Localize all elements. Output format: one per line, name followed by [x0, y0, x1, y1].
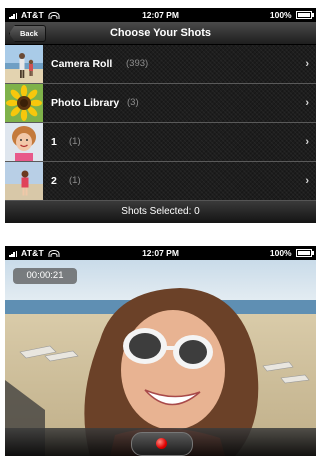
album-label: Camera Roll: [51, 58, 113, 70]
battery-icon: [296, 249, 314, 257]
camera-viewfinder[interactable]: [5, 260, 316, 456]
album-count: (3): [127, 97, 139, 108]
chevron-right-icon: ›: [305, 97, 309, 109]
album-label: 2: [51, 175, 57, 187]
album-2-thumbnail: [5, 162, 43, 200]
album-picker-screen: AT&T 12:07 PM 100% Back Choose Your Shot…: [5, 8, 316, 223]
camera-roll-thumbnail: [5, 45, 43, 83]
battery-icon: [296, 11, 314, 19]
album-row-photo-library[interactable]: Photo Library (3) ›: [5, 84, 316, 123]
page-title: Choose Your Shots: [109, 27, 212, 39]
status-bar: AT&T 12:07 PM 100%: [5, 8, 316, 22]
navigation-bar: Back Choose Your Shots: [5, 22, 316, 45]
selection-footer: Shots Selected: 0: [5, 200, 316, 223]
recording-toolbar: [5, 428, 316, 456]
status-bar: AT&T 12:07 PM 100%: [5, 246, 316, 260]
album-count: (1): [69, 136, 81, 147]
album-label: Photo Library: [51, 97, 120, 109]
album-label: 1: [51, 136, 57, 148]
album-1-thumbnail: [5, 123, 43, 161]
album-count: (1): [69, 175, 81, 186]
album-row-2[interactable]: 2 (1) ›: [5, 162, 316, 201]
battery-percent: 100%: [269, 248, 292, 258]
album-row-camera-roll[interactable]: Camera Roll (393) ›: [5, 45, 316, 84]
chevron-right-icon: ›: [305, 136, 309, 148]
album-list: Camera Roll (393) › Photo Library (3) › …: [5, 45, 316, 201]
back-button[interactable]: Back: [9, 25, 46, 42]
camera-screen: AT&T 12:07 PM 100% 00:00:21: [5, 246, 316, 456]
chevron-right-icon: ›: [305, 175, 309, 187]
album-row-1[interactable]: 1 (1) ›: [5, 123, 316, 162]
album-count: (393): [126, 58, 149, 69]
battery-percent: 100%: [269, 10, 292, 20]
recording-timer: 00:00:21: [13, 268, 77, 284]
record-button[interactable]: [130, 432, 193, 456]
chevron-right-icon: ›: [305, 58, 309, 70]
record-icon: [156, 438, 167, 449]
photo-library-thumbnail: [5, 84, 43, 122]
